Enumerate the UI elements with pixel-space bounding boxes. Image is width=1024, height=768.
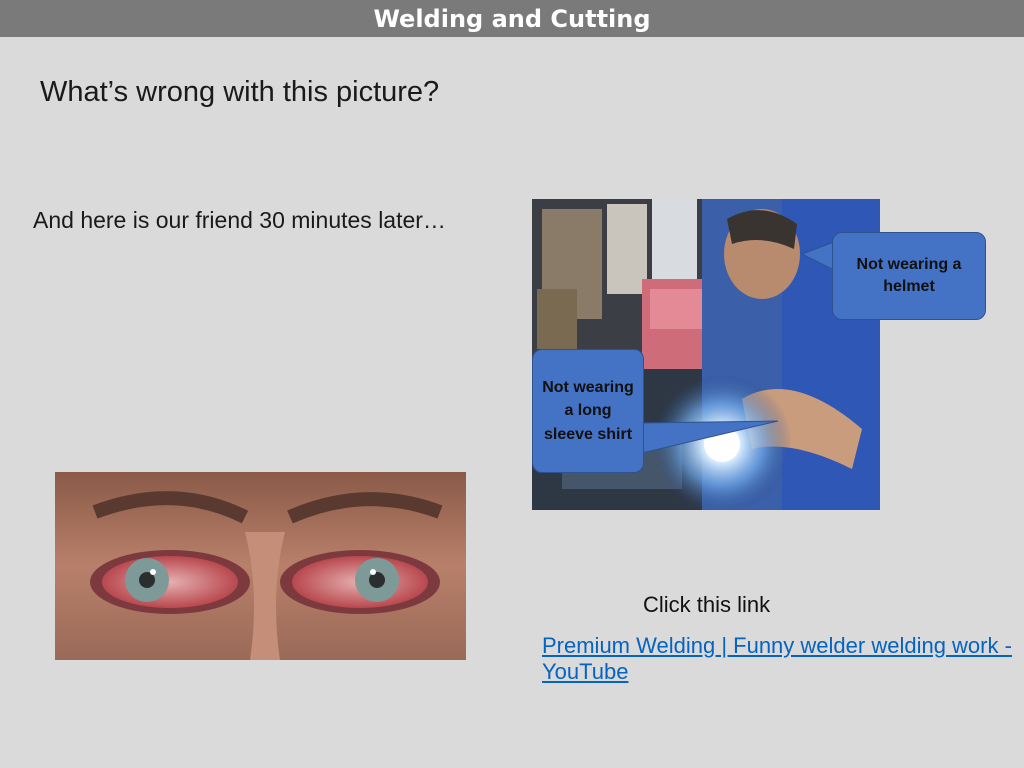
click-link-label: Click this link — [643, 592, 771, 617]
red-eyes-photo — [55, 472, 466, 660]
question-heading: What’s wrong with this picture? — [40, 76, 440, 108]
callout-no-helmet: Not wearing a helmet — [832, 232, 986, 320]
callout-helmet-text: Not wearing a helmet — [856, 255, 962, 295]
callout-sleeve-text: Not wearing a long sleeve shirt — [542, 379, 634, 443]
callout-no-long-sleeve: Not wearing a long sleeve shirt — [532, 349, 644, 473]
slide-title: Welding and Cutting — [373, 4, 651, 33]
callout-sleeve-pointer — [641, 420, 779, 454]
youtube-link[interactable]: Premium Welding | Funny welder welding w… — [542, 633, 1024, 685]
later-caption: And here is our friend 30 minutes later… — [33, 207, 446, 233]
slide-title-bar: Welding and Cutting — [0, 0, 1024, 37]
